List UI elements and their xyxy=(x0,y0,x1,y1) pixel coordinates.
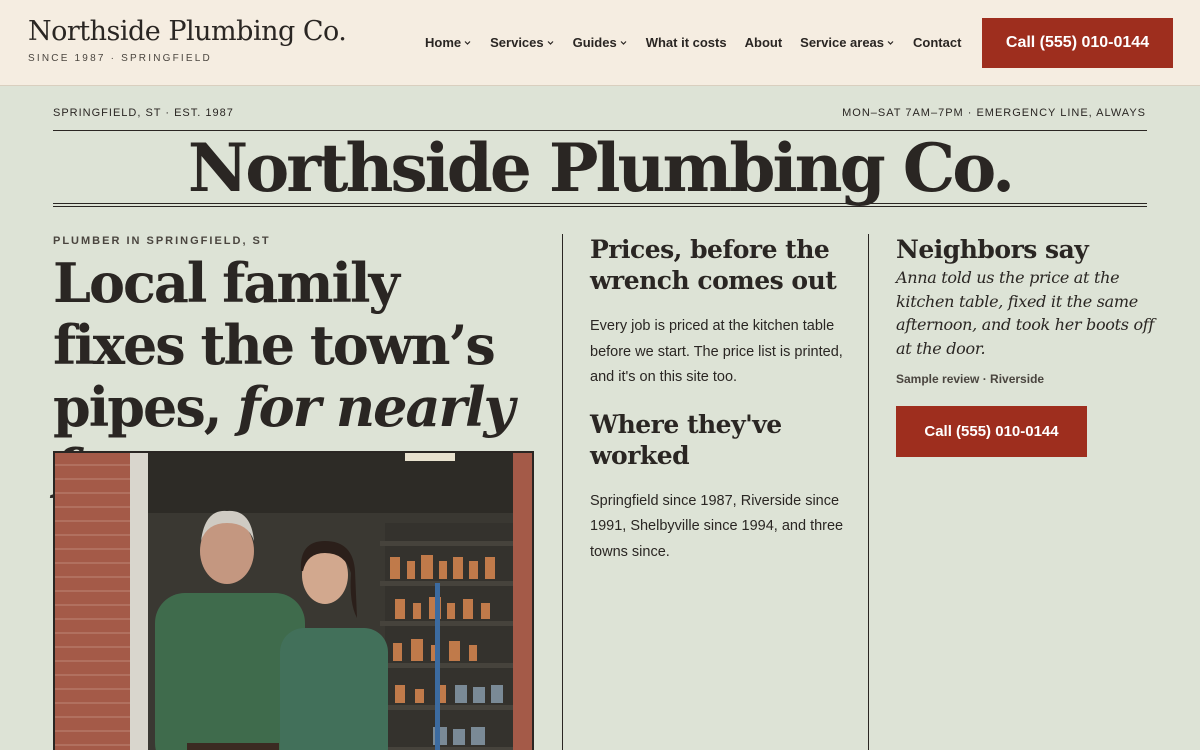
areas-heading: Where they've worked xyxy=(590,409,782,470)
chevron-down-icon xyxy=(463,38,472,47)
column-divider xyxy=(868,234,869,750)
pricing-section: Prices, before the wrench comes out Ever… xyxy=(590,234,845,565)
nav-item-contact[interactable]: Contact xyxy=(913,35,961,50)
brand-name: Northside Plumbing Co. xyxy=(28,16,347,47)
chevron-down-icon xyxy=(886,38,895,47)
nav-item-what-it-costs[interactable]: What it costs xyxy=(646,35,727,50)
nav-item-label: What it costs xyxy=(645,35,727,50)
nav-item-label: Services xyxy=(490,35,544,50)
nav-item-guides[interactable]: Guides xyxy=(573,35,628,50)
masthead-rule-bottom xyxy=(53,203,1147,204)
areas-body: Springfield since 1987, Riverside since … xyxy=(590,492,844,560)
nav-item-about[interactable]: About xyxy=(745,35,783,50)
brand-tagline: SINCE 1987 · SPRINGFIELD xyxy=(28,53,212,64)
brand-logo[interactable]: Northside Plumbing Co. SINCE 1987 · SPRI… xyxy=(28,16,347,64)
lead-kicker: PLUMBER IN SPRINGFIELD, ST xyxy=(53,235,271,247)
nav-item-label: Guides xyxy=(572,35,617,50)
column-divider xyxy=(562,234,563,750)
chevron-down-icon xyxy=(546,38,555,47)
main-nav: Home Services Guides What it costs About… xyxy=(425,35,961,50)
nav-item-label: Home xyxy=(425,35,462,50)
call-button-header[interactable]: Call (555) 010-0144 xyxy=(982,18,1173,68)
nav-item-home[interactable]: Home xyxy=(425,35,472,50)
chevron-down-icon xyxy=(619,38,628,47)
review-section: Neighbors say Anna told us the price at … xyxy=(896,234,1156,457)
hero-photo xyxy=(53,451,534,750)
nav-item-services[interactable]: Services xyxy=(490,35,555,50)
masthead-rule-bottom xyxy=(53,206,1147,207)
pricing-body: Every job is priced at the kitchen table… xyxy=(590,318,843,385)
masthead-location: SPRINGFIELD, ST · EST. 1987 xyxy=(53,107,234,119)
masthead-title: Northside Plumbing Co. xyxy=(187,129,1015,207)
pricing-heading: Prices, before the wrench comes out xyxy=(590,235,837,295)
hero-photo-illustration xyxy=(55,453,532,750)
nav-item-label: Service areas xyxy=(800,35,885,50)
review-attribution: Sample review · Riverside xyxy=(896,372,1045,386)
nav-item-label: Contact xyxy=(913,35,962,50)
masthead-hours: MON–SAT 7AM–7PM · EMERGENCY LINE, ALWAYS xyxy=(842,107,1146,119)
call-button-sidebar[interactable]: Call (555) 010-0144 xyxy=(896,406,1087,457)
review-heading: Neighbors say xyxy=(896,235,1089,264)
nav-item-label: About xyxy=(744,35,783,50)
nav-item-service-areas[interactable]: Service areas xyxy=(800,35,895,50)
review-quote: Anna told us the price at the kitchen ta… xyxy=(896,268,1155,358)
site-header: Northside Plumbing Co. SINCE 1987 · SPRI… xyxy=(0,0,1200,86)
